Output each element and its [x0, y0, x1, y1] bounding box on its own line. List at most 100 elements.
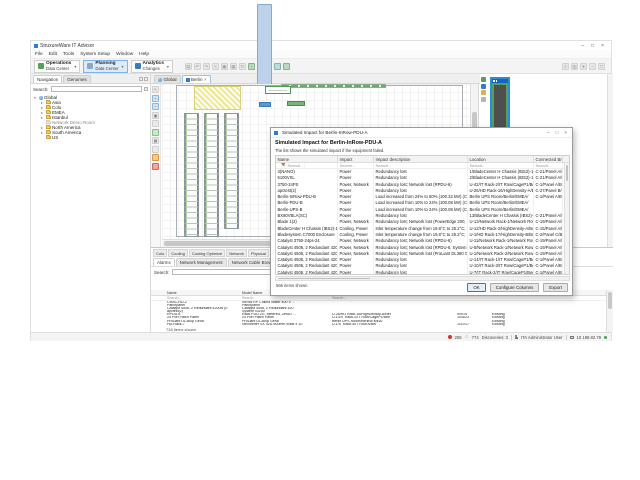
layer-tab[interactable]: Cooling [168, 249, 188, 257]
grid-tool-icon[interactable]: ▦ [152, 137, 159, 144]
perspective-button[interactable]: Analytics Changes ▾ [131, 60, 173, 73]
warning-count[interactable]: 774 [472, 335, 479, 340]
dialog-vertical-scrollbar[interactable] [564, 163, 569, 274]
close-tab-icon[interactable]: × [204, 77, 207, 82]
select-tool-icon[interactable]: ↖ [152, 86, 159, 93]
dialog-button[interactable]: Export [543, 283, 568, 292]
perspective-button[interactable]: Operations Data Center ▾ [34, 60, 80, 73]
scroll-thumb[interactable] [608, 292, 612, 309]
restore-panel-icon[interactable]: □ [598, 63, 605, 70]
collapse-panel-icon[interactable]: − [589, 63, 596, 70]
layer-tab[interactable]: Cooling Optimize [189, 249, 225, 257]
discoveries-label[interactable]: Discoveries: 3 [482, 335, 508, 340]
expand-caret-icon[interactable] [41, 131, 44, 135]
alerts-tool-icon[interactable] [152, 154, 159, 161]
filter-input[interactable]: Search... [166, 296, 241, 301]
sidebar-tab[interactable]: Genomes [63, 75, 91, 83]
filter-options-icon[interactable] [144, 87, 148, 91]
view-tab[interactable]: Network Management [176, 258, 227, 266]
zoom-fit-tool-icon[interactable]: ▣ [152, 112, 159, 119]
dialog-button[interactable]: Configure Columns [490, 283, 540, 292]
front-view-icon[interactable] [481, 77, 486, 82]
minimize-view-icon[interactable] [139, 77, 143, 81]
paste-icon[interactable]: ▦ [230, 63, 237, 70]
redo-icon[interactable]: ↷ [203, 63, 210, 70]
undo-icon[interactable]: ↶ [194, 63, 201, 70]
dialog-horizontal-scrollbar[interactable] [275, 276, 570, 281]
chevron-down-icon[interactable]: ▾ [74, 64, 76, 69]
energy-icon[interactable] [283, 63, 290, 70]
layout-list-icon[interactable]: ≡ [562, 63, 569, 70]
tree-item[interactable]: Network Demo Room [41, 120, 150, 125]
dialog-button[interactable]: OK [467, 283, 485, 292]
scroll-thumb[interactable] [278, 278, 370, 279]
scroll-thumb[interactable] [566, 165, 568, 181]
zoom-in-tool-icon[interactable]: + [152, 95, 159, 102]
stop-tool-icon[interactable] [152, 163, 159, 170]
menu-item[interactable]: Window [116, 52, 133, 57]
column-header[interactable]: Connected Breaker [534, 156, 563, 162]
chevron-down-icon[interactable]: ▾ [167, 64, 169, 69]
expand-caret-icon[interactable] [41, 111, 44, 115]
filter-input[interactable]: Search... [331, 296, 456, 301]
copy-icon[interactable]: ▣ [221, 63, 228, 70]
save-icon[interactable]: ▤ [185, 63, 192, 70]
layers-tool-icon[interactable] [152, 129, 159, 136]
zoom-out-tool-icon[interactable]: − [152, 103, 159, 110]
expand-caret-icon[interactable] [41, 101, 44, 105]
filter-input[interactable]: Search... [468, 163, 534, 168]
rack-row[interactable] [204, 113, 219, 237]
overhead-equipment-row[interactable] [281, 84, 386, 88]
pin-view-icon[interactable]: ● [580, 63, 587, 70]
close-button[interactable]: × [601, 43, 604, 49]
dialog-close-button[interactable]: × [564, 130, 567, 135]
search-input[interactable] [51, 86, 142, 92]
scroll-thumb[interactable] [164, 241, 287, 246]
expand-caret-icon[interactable] [41, 106, 44, 110]
error-count[interactable]: 255 [455, 335, 462, 340]
rack-body[interactable] [492, 83, 508, 133]
menu-item[interactable]: File [35, 52, 43, 57]
layer-tab[interactable]: Network [226, 249, 247, 257]
filter-input[interactable]: Search... [374, 163, 468, 168]
menu-item[interactable]: Tools [63, 52, 74, 57]
error-status-icon[interactable] [448, 335, 452, 339]
tree-item[interactable]: US [41, 135, 150, 140]
pan-tool-icon[interactable] [152, 120, 159, 127]
map-tab[interactable]: Global × [154, 75, 181, 83]
panel-scrollbar[interactable] [607, 74, 613, 247]
filter-input[interactable]: Search... [241, 296, 331, 301]
column-header[interactable]: Impact description [374, 156, 468, 162]
layer-tab[interactable]: Colo [153, 249, 167, 257]
filter-icon[interactable] [155, 296, 160, 300]
settings-icon[interactable] [481, 97, 486, 102]
view-tab[interactable]: Alarms [153, 258, 175, 266]
column-header[interactable]: Name [276, 156, 338, 162]
menu-item[interactable]: Help [139, 52, 149, 57]
expand-caret-icon[interactable] [41, 116, 44, 120]
column-header[interactable]: Impact [338, 156, 374, 162]
filter-input[interactable]: Search... [338, 163, 374, 168]
pdu-chip[interactable] [259, 102, 271, 107]
menu-item[interactable]: System Setup [80, 52, 110, 57]
sidebar-tab[interactable]: Navigation [33, 75, 62, 83]
measure-tool-icon[interactable] [152, 146, 159, 153]
expand-caret-icon[interactable] [41, 126, 44, 130]
capacity-icon[interactable] [274, 63, 281, 70]
rack-row[interactable] [224, 113, 239, 229]
table-scrollbar[interactable] [606, 290, 613, 332]
refresh-icon[interactable]: ↻ [239, 63, 246, 70]
dialog-minimize-button[interactable]: – [547, 130, 550, 135]
rack-row[interactable] [184, 113, 199, 237]
rear-view-icon[interactable] [481, 84, 486, 89]
impact-table-row[interactable]: Catalyst 4506, 2 Redundant 4200w (E Powe… [276, 270, 569, 275]
cut-icon[interactable]: × [212, 63, 219, 70]
maximize-button[interactable]: □ [591, 43, 594, 49]
add-equipment-icon[interactable]: + [248, 63, 255, 70]
filter-icon[interactable] [281, 163, 286, 168]
layer-tab[interactable]: Physical [248, 249, 269, 257]
maximize-view-icon[interactable] [144, 77, 148, 81]
chevron-down-icon[interactable]: ▾ [122, 64, 124, 69]
power-view-icon[interactable] [481, 90, 486, 95]
expand-caret-icon[interactable] [34, 96, 37, 100]
